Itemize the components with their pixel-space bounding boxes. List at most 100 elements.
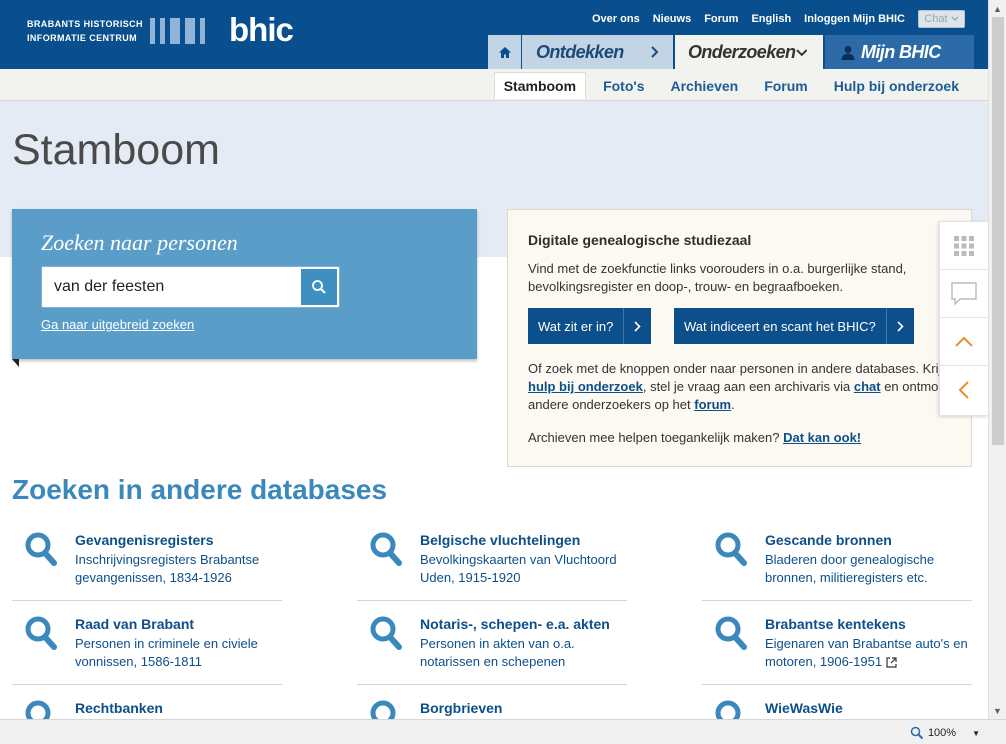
logo-word[interactable]: bhic: [229, 11, 294, 49]
volunteer-link[interactable]: Dat kan ook!: [783, 430, 861, 445]
magnifier-icon: [370, 532, 402, 566]
what-is-in-label: Wat zit er in?: [538, 318, 614, 334]
chat-button[interactable]: Chat: [918, 10, 965, 28]
user-icon: [841, 45, 855, 60]
db-name: Notaris-, schepen- e.a. akten: [420, 616, 610, 632]
db-item-brabantse-kentekens[interactable]: Brabantse kentekens Eigenaren van Braban…: [702, 601, 972, 685]
scroll-top-button[interactable]: [940, 318, 988, 366]
db-desc: Eigenaren van Brabantse auto's en motore…: [765, 636, 968, 669]
db-item-gescande-bronnen[interactable]: Gescande bronnen Bladeren door genealogi…: [702, 517, 972, 601]
chevron-up-icon: [955, 336, 973, 347]
what-is-in-button[interactable]: Wat zit er in?: [528, 308, 652, 344]
browser-status-bar: 100% ▼: [0, 719, 1006, 744]
db-desc: Personen in criminele en civiele vonniss…: [75, 636, 258, 669]
tab-ontdekken-label: Ontdekken: [536, 41, 624, 62]
info-panel: Digitale genealogische studiezaal Vind m…: [507, 209, 972, 467]
utility-link-login[interactable]: Inloggen Mijn BHIC: [804, 13, 905, 25]
magnifier-icon: [715, 616, 747, 650]
db-item-notaris-akten[interactable]: Notaris-, schepen- e.a. akten Personen i…: [357, 601, 627, 685]
external-link-icon: [886, 657, 897, 668]
search-button[interactable]: [301, 269, 337, 305]
what-indexed-button[interactable]: Wat indiceert en scant het BHIC?: [674, 308, 914, 344]
utility-link-forum[interactable]: Forum: [704, 13, 738, 25]
zoom-dropdown-icon: ▼: [972, 728, 980, 738]
person-search-panel: Zoeken naar personen Ga naar uitgebreid …: [12, 209, 477, 367]
info-intro: Vind met de zoekfunctie links voorouders…: [528, 261, 907, 294]
db-item-gevangenisregisters[interactable]: Gevangenisregisters Inschrijvingsregiste…: [12, 517, 282, 601]
subnav-archieven[interactable]: Archieven: [671, 78, 739, 94]
grid-icon: [954, 235, 974, 256]
chat-label: Chat: [924, 13, 948, 25]
tab-onderzoeken[interactable]: Onderzoeken: [675, 35, 823, 69]
subnav-forum[interactable]: Forum: [764, 78, 808, 94]
vertical-scrollbar[interactable]: ▲ ▼: [988, 0, 1006, 719]
db-name: WieWasWie: [765, 700, 843, 716]
chat-bubble-icon: [951, 281, 977, 306]
subnav-fotos[interactable]: Foto's: [603, 78, 644, 94]
chat-link[interactable]: chat: [854, 379, 881, 394]
logo-bars: [150, 18, 205, 44]
search-field: [41, 266, 340, 308]
what-indexed-label: Wat indiceert en scant het BHIC?: [684, 318, 876, 334]
utility-link-nieuws[interactable]: Nieuws: [653, 13, 692, 25]
scroll-down-arrow[interactable]: ▼: [989, 702, 1006, 719]
zoom-level: 100%: [927, 727, 957, 739]
search-icon: [312, 280, 326, 294]
info-paragraph-2: Of zoek met de knoppen onder naar person…: [528, 361, 950, 412]
advanced-search-link[interactable]: Ga naar uitgebreid zoeken: [41, 317, 194, 332]
db-desc: Bevolkingskaarten van Vluchtoord Uden, 1…: [420, 552, 617, 585]
db-name: Borgbrieven: [420, 700, 503, 716]
logo-text[interactable]: BRABANTS HISTORISCH INFORMATIE CENTRUM: [27, 17, 143, 45]
utility-link-over-ons[interactable]: Over ons: [592, 13, 640, 25]
db-name: Gevangenisregisters: [75, 532, 214, 548]
db-desc: Personen in akten van o.a. notarissen en…: [420, 636, 575, 669]
logo-line-1: BRABANTS HISTORISCH: [27, 19, 143, 29]
utility-nav: Over ons Nieuws Forum English Inloggen M…: [592, 10, 965, 28]
info-title: Digitale genealogische studiezaal: [528, 232, 752, 248]
chevron-left-icon: [958, 381, 969, 399]
db-item-belgische-vluchtelingen[interactable]: Belgische vluchtelingen Bevolkingskaarte…: [357, 517, 627, 601]
logo-line-2: INFORMATIE CENTRUM: [27, 33, 138, 43]
grid-menu-button[interactable]: [940, 222, 988, 270]
info-paragraph-3: Archieven mee helpen toegankelijk maken?…: [528, 430, 862, 445]
scroll-thumb[interactable]: [992, 17, 1004, 445]
magnifier-icon: [25, 616, 57, 650]
chat-tool-button[interactable]: [940, 270, 988, 318]
db-item-raad-van-brabant[interactable]: Raad van Brabant Personen in criminele e…: [12, 601, 282, 685]
utility-link-english[interactable]: English: [751, 13, 791, 25]
help-link[interactable]: hulp bij onderzoek: [528, 379, 643, 394]
site-header: BRABANTS HISTORISCH INFORMATIE CENTRUM b…: [0, 0, 988, 69]
chevron-right-icon: [651, 46, 659, 58]
zoom-control[interactable]: 100% ▼: [910, 726, 980, 740]
sub-nav: Stamboom Foto's Archieven Forum Hulp bij…: [0, 69, 988, 101]
tab-mijn-bhic[interactable]: Mijn BHIC: [825, 35, 974, 69]
db-name: Gescande bronnen: [765, 532, 892, 548]
db-name: Rechtbanken: [75, 700, 163, 716]
home-icon: [498, 46, 511, 58]
browser-viewport: BRABANTS HISTORISCH INFORMATIE CENTRUM b…: [0, 0, 1006, 744]
search-input[interactable]: [54, 278, 294, 296]
search-title: Zoeken naar personen: [41, 230, 238, 255]
tab-mijn-label: Mijn BHIC: [861, 41, 941, 62]
db-desc: Inschrijvingsregisters Brabantse gevange…: [75, 552, 260, 585]
chevron-right-icon: [634, 320, 642, 332]
chevron-right-icon: [897, 320, 904, 332]
chevron-down-icon: [951, 16, 959, 21]
magnifier-icon: [370, 616, 402, 650]
zoom-icon: [910, 726, 924, 740]
tab-ontdekken[interactable]: Ontdekken: [522, 35, 673, 69]
chevron-down-icon: [796, 48, 808, 56]
db-name: Belgische vluchtelingen: [420, 532, 581, 548]
forum-link[interactable]: forum: [694, 397, 731, 412]
subnav-stamboom[interactable]: Stamboom: [493, 72, 587, 99]
magnifier-icon: [715, 532, 747, 566]
scroll-up-arrow[interactable]: ▲: [989, 0, 1006, 17]
magnifier-icon: [25, 532, 57, 566]
db-desc: Bladeren door genealogische bronnen, mil…: [765, 552, 935, 585]
tab-onderzoeken-label: Onderzoeken: [688, 41, 796, 62]
tab-home[interactable]: [488, 35, 522, 69]
subnav-hulp[interactable]: Hulp bij onderzoek: [834, 78, 959, 94]
databases-title: Zoeken in andere databases: [12, 474, 388, 505]
page-title: Stamboom: [12, 126, 220, 174]
collapse-toolbar-button[interactable]: [940, 366, 988, 414]
